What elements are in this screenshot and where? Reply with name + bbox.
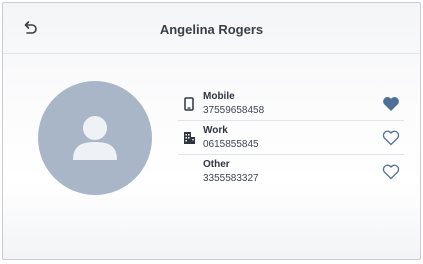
phone-label: Other (203, 159, 230, 170)
favorite-toggle[interactable] (380, 128, 402, 148)
favorite-toggle[interactable] (380, 94, 402, 114)
phone-row-mobile[interactable]: Mobile 37559658458 (178, 87, 404, 121)
phone-row-work[interactable]: Work 0615855845 (178, 121, 404, 155)
phone-list: Mobile 37559658458 Work 0615855845 Other… (178, 87, 404, 188)
favorite-toggle[interactable] (380, 162, 402, 182)
phone-number: 37559658458 (203, 105, 265, 116)
header-bar: Angelina Rogers (3, 3, 420, 54)
phone-number: 3355583327 (203, 173, 259, 184)
phone-row-other[interactable]: Other 3355583327 (178, 155, 404, 188)
heart-outline-icon (382, 164, 400, 180)
phone-number: 0615855845 (203, 139, 259, 150)
person-placeholder-icon (73, 116, 117, 160)
heart-outline-icon (382, 130, 400, 146)
heart-filled-icon (383, 97, 399, 111)
office-building-icon (182, 130, 196, 146)
contact-detail-screen: Angelina Rogers Mobile 37559658458 Work … (2, 2, 421, 260)
phone-label: Mobile (203, 91, 235, 102)
mobile-phone-icon (182, 96, 196, 112)
phone-label: Work (203, 125, 228, 136)
avatar (38, 81, 152, 195)
page-title: Angelina Rogers (159, 22, 264, 37)
